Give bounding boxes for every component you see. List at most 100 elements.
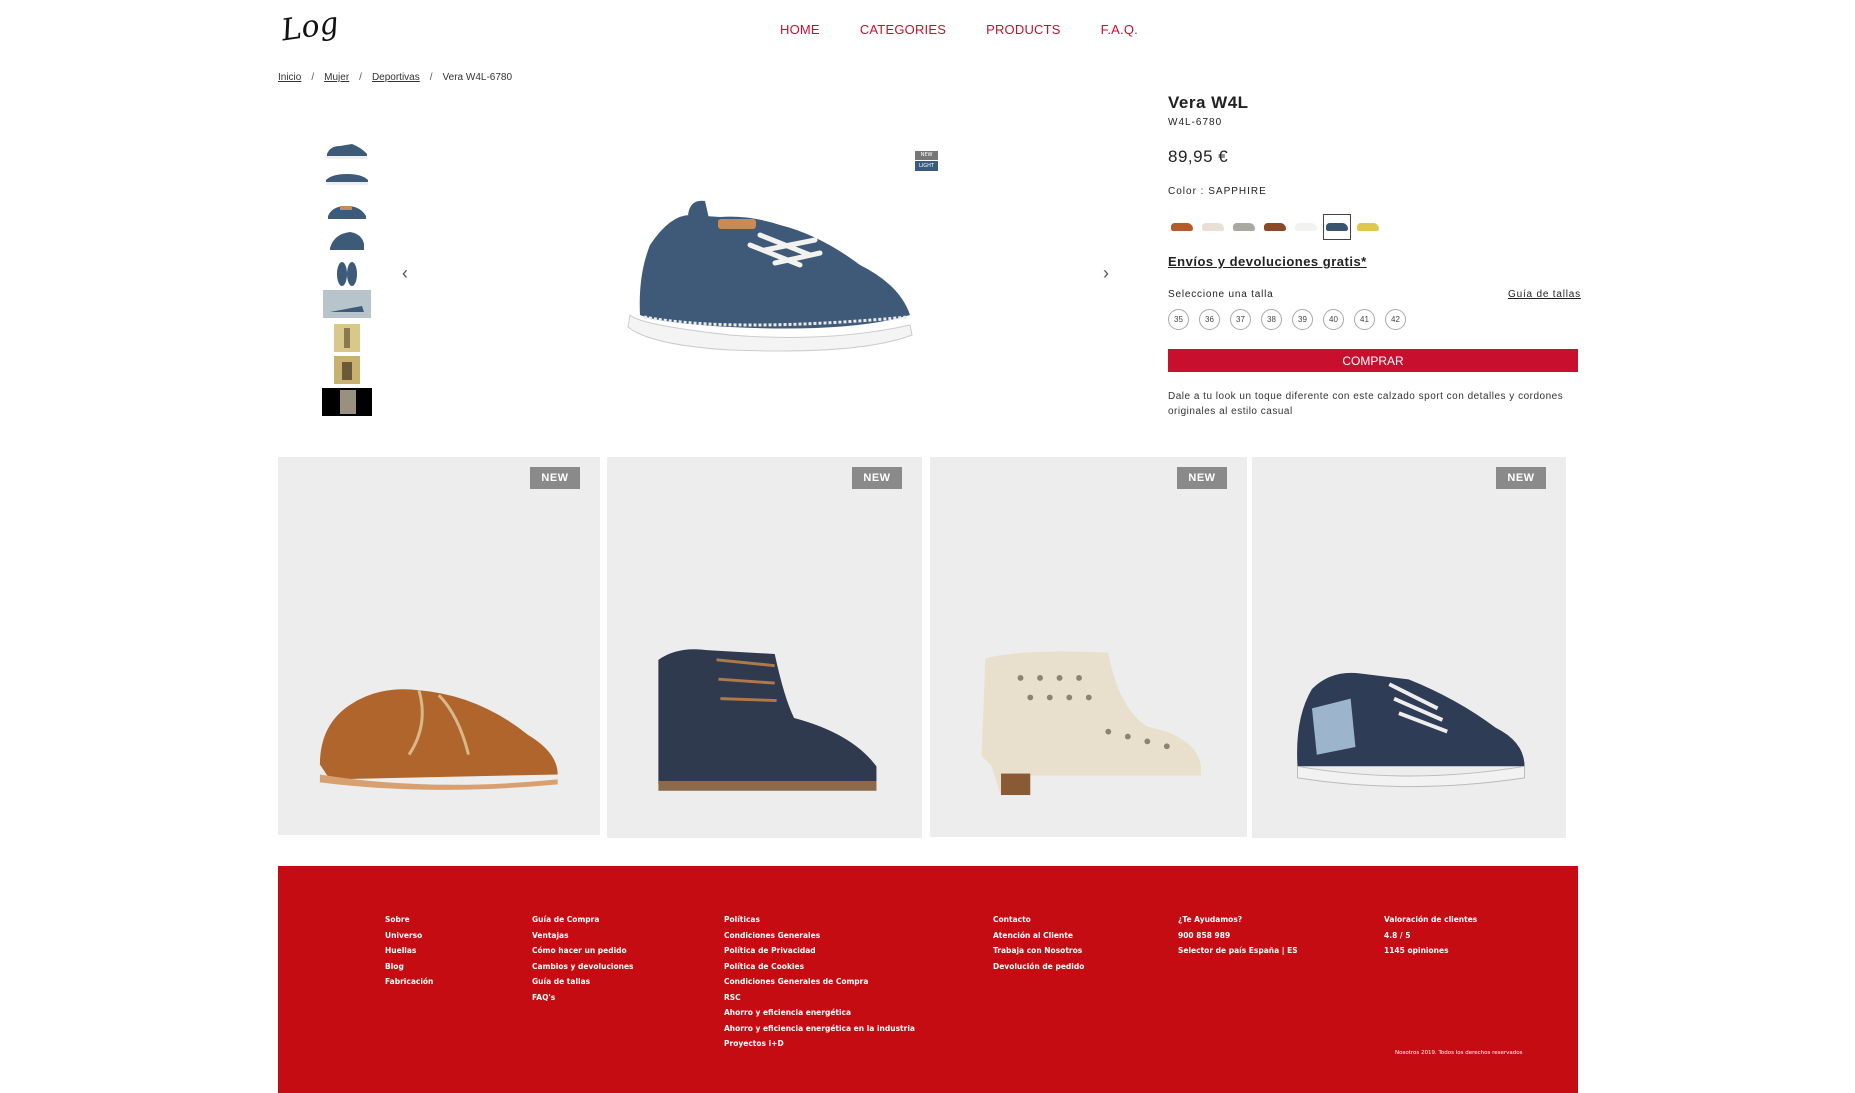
footer-link[interactable]: Atención al Cliente [993,928,1084,944]
breadcrumb-separator: / [359,72,362,83]
footer-link[interactable]: RSC [724,990,915,1006]
ratings-count: 1145 opiniones [1384,946,1449,955]
footer-link[interactable]: Guía de tallas [532,974,634,990]
swatch-shoe-icon [1202,223,1224,231]
thumbnail[interactable] [320,354,374,386]
related-product-card[interactable]: NEW [930,457,1247,837]
breadcrumb: Inicio / Mujer / Deportivas / Vera W4L-6780 [278,72,512,83]
footer-link[interactable]: Trabaja con Nosotros [993,943,1084,959]
product-price: 89,95 € [1168,147,1229,166]
thumbnail[interactable] [320,386,374,418]
footer-link[interactable]: Políticas [724,912,915,928]
size-option[interactable]: 40 [1323,309,1344,330]
related-product-card[interactable]: NEW [1252,457,1566,838]
thumbnail[interactable] [320,288,374,320]
nav-products[interactable]: PRODUCTS [986,22,1061,37]
new-badge: NEW [852,467,902,489]
color-swatch[interactable] [1323,214,1351,240]
footer-link[interactable]: Ahorro y eficiencia energética [724,1005,915,1021]
buy-button[interactable]: COMPRAR [1168,349,1578,372]
product-name: Vera W4L [1168,93,1249,112]
swatch-shoe-icon [1264,223,1286,231]
new-badge: NEW [1177,467,1227,489]
breadcrumb-deportivas[interactable]: Deportivas [372,72,420,83]
thumbnail[interactable] [320,258,374,290]
main-nav: HOME CATEGORIES PRODUCTS F.A.Q. [780,22,1178,37]
footer-link[interactable]: Política de Cookies [724,959,915,975]
color-swatch[interactable] [1261,214,1289,240]
footer-link[interactable]: Cómo hacer un pedido [532,943,634,959]
color-swatch[interactable] [1354,214,1382,240]
nav-faq[interactable]: F.A.Q. [1101,22,1138,37]
next-image-arrow[interactable]: › [1103,263,1109,284]
footer-link[interactable]: Universo [385,928,433,944]
breadcrumb-separator: / [311,72,315,83]
thumbnail[interactable] [320,224,374,256]
footer-link[interactable]: Devolución de pedido [993,959,1084,975]
footer-link[interactable]: Fabricación [385,974,433,990]
shipping-link[interactable]: Envíos y devoluciones gratis* [1168,254,1367,269]
footer-link[interactable]: Contacto [993,912,1084,928]
footer-link[interactable]: Cambios y devoluciones [532,959,634,975]
footer-col-help: ¿Te Ayudamos? 900 858 989 Selector de pa… [1178,912,1298,959]
footer-link[interactable]: FAQ's [532,990,634,1006]
footer-link[interactable]: Ahorro y eficiencia energética en la ind… [724,1021,915,1037]
footer-link[interactable]: Política de Privacidad [724,943,915,959]
footer-link[interactable]: Condiciones Generales [724,928,915,944]
brown-oxford-image [320,689,558,790]
breadcrumb-mujer[interactable]: Mujer [324,72,349,83]
thumbnail[interactable] [320,160,374,192]
logo-icon: Logo [278,3,358,48]
site-footer: Sobre Universo Huellas Blog Fabricación … [278,866,1578,1093]
color-swatch[interactable] [1199,214,1227,240]
breadcrumb-separator: / [429,72,433,83]
footer-link[interactable]: Condiciones Generales de Compra [724,974,915,990]
related-product-card[interactable]: NEW [278,457,600,835]
swatch-shoe-icon [1233,223,1255,231]
footer-link[interactable]: Proyectos i+D [724,1036,915,1052]
nav-home[interactable]: HOME [780,22,820,37]
footer-phone[interactable]: 900 858 989 [1178,928,1298,944]
country-selector[interactable]: Selector de país España | ES [1178,943,1298,959]
footer-link[interactable]: ¿Te Ayudamos? [1178,912,1298,928]
footer-col-ratings: Valoración de clientes 4.8 / 5 1145 opin… [1384,912,1477,959]
footer-link[interactable]: Guía de Compra [532,912,634,928]
color-swatch[interactable] [1292,214,1320,240]
footer-link[interactable]: Blog [385,959,433,975]
swatch-shoe-icon [1171,223,1193,231]
footer-link[interactable]: Huellas [385,943,433,959]
breadcrumb-current: Vera W4L-6780 [442,72,513,83]
color-swatch[interactable] [1168,214,1196,240]
new-badge: NEW [530,467,580,489]
new-badge-label: NEW [915,151,938,160]
new-light-badge: NEW LIGHT [915,151,938,173]
size-option[interactable]: 39 [1292,309,1313,330]
thumbnail[interactable] [320,322,374,354]
color-label: Color : SAPPHIRE [1168,186,1267,197]
light-badge-label: LIGHT [915,161,938,171]
footer-link[interactable]: Ventajas [532,928,634,944]
size-guide-link[interactable]: Guía de tallas [1508,289,1581,300]
thumbnail[interactable] [320,194,374,226]
size-option[interactable]: 35 [1168,309,1189,330]
footer-col-about: Sobre Universo Huellas Blog Fabricación [385,912,433,990]
related-product-card[interactable]: NEW [607,457,922,838]
ratings-score: 4.8 / 5 [1384,930,1411,940]
prev-image-arrow[interactable]: ‹ [402,263,408,284]
size-options: 35 36 37 38 39 40 41 42 [1168,309,1406,330]
nav-categories[interactable]: CATEGORIES [860,22,946,37]
footer-col-policies: Políticas Condiciones Generales Política… [724,912,915,1052]
breadcrumb-inicio[interactable]: Inicio [278,72,301,83]
site-logo[interactable]: Logo [278,2,358,60]
size-option[interactable]: 38 [1261,309,1282,330]
size-option[interactable]: 41 [1354,309,1375,330]
size-label: Seleccione una talla [1168,289,1274,300]
size-option[interactable]: 37 [1230,309,1251,330]
size-option[interactable]: 36 [1199,309,1220,330]
size-option[interactable]: 42 [1385,309,1406,330]
ratings-title: Valoración de clientes [1384,915,1478,924]
product-description: Dale a tu look un toque diferente con es… [1168,391,1564,417]
footer-link[interactable]: Sobre [385,912,433,928]
footer-col-contact: Contacto Atención al Cliente Trabaja con… [993,912,1084,974]
color-swatch[interactable] [1230,214,1258,240]
